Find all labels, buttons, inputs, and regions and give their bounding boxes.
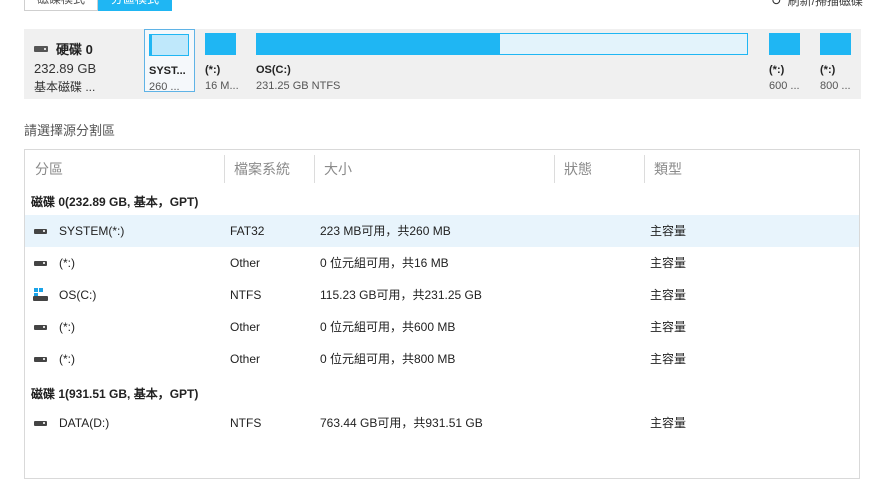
cell-size: 0 位元組可用，共600 MB	[320, 320, 456, 334]
tab-partition-mode[interactable]: 分區模式	[98, 0, 173, 11]
disk-group-header: 磁碟 0(232.89 GB, 基本，GPT)	[31, 195, 199, 209]
cell-type: 主容量	[650, 224, 687, 238]
partition-block-recovery1[interactable]: (*:) 600 ...	[769, 33, 800, 92]
cell-partition: DATA(D:)	[59, 416, 110, 430]
column-header-filesystem[interactable]: 檔案系統	[234, 150, 290, 188]
tab-disk-mode[interactable]: 磁碟模式	[24, 0, 99, 11]
drive-icon	[34, 421, 47, 426]
cell-type: 主容量	[650, 352, 687, 366]
disk-info: 硬碟 0 232.89 GB 基本磁碟 ...	[34, 39, 96, 95]
cell-filesystem: Other	[230, 352, 261, 366]
cell-size: 0 位元組可用，共16 MB	[320, 256, 449, 270]
partition-desc: 800 ...	[820, 80, 851, 92]
cell-type: 主容量	[650, 288, 687, 302]
disk-size: 232.89 GB	[34, 61, 97, 76]
mode-tabs: 磁碟模式 分區模式	[24, 0, 173, 11]
cell-type: 主容量	[650, 416, 687, 430]
section-label: 請選擇源分割區	[24, 123, 116, 138]
cell-partition: OS(C:)	[59, 288, 97, 302]
cell-size: 115.23 GB可用，共231.25 GB	[320, 288, 482, 302]
table-row[interactable]: (*:) Other 0 位元組可用，共16 MB 主容量	[25, 247, 859, 279]
drive-icon	[34, 325, 47, 330]
cell-type: 主容量	[650, 320, 687, 334]
column-divider[interactable]	[554, 155, 555, 183]
disk-type: 基本磁碟 ...	[34, 80, 96, 94]
table-row[interactable]: (*:) Other 0 位元組可用，共800 MB 主容量	[25, 343, 859, 375]
column-header-partition[interactable]: 分區	[35, 150, 63, 188]
refresh-label: 刷新/掃描磁碟	[787, 0, 863, 8]
partition-table: 分區 檔案系統 大小 狀態 類型 磁碟 0(232.89 GB, 基本，GPT)…	[24, 149, 860, 479]
partition-block-os[interactable]: OS(C:) 231.25 GB NTFS	[256, 33, 748, 92]
cell-filesystem: FAT32	[230, 224, 265, 238]
partition-name: (*:)	[820, 64, 836, 76]
disk-title: 硬碟 0	[56, 42, 93, 57]
hard-drive-icon	[34, 45, 48, 52]
refresh-link[interactable]: ↻ 刷新/掃描磁碟	[771, 0, 863, 9]
column-divider[interactable]	[224, 155, 225, 183]
cell-size: 763.44 GB可用，共931.51 GB	[320, 416, 483, 430]
cell-filesystem: Other	[230, 320, 261, 334]
cell-partition: (*:)	[59, 256, 75, 270]
column-divider[interactable]	[314, 155, 315, 183]
column-header-size[interactable]: 大小	[324, 150, 352, 188]
table-row[interactable]: SYSTEM(*:) FAT32 223 MB可用，共260 MB 主容量	[25, 215, 859, 247]
partition-block-recovery2[interactable]: (*:) 800 ...	[820, 33, 851, 92]
cell-partition: SYSTEM(*:)	[59, 224, 125, 238]
cell-partition: (*:)	[59, 352, 75, 366]
drive-icon	[34, 357, 47, 362]
partition-name: SYST...	[149, 65, 186, 77]
table-row[interactable]: OS(C:) NTFS 115.23 GB可用，共231.25 GB 主容量	[25, 279, 859, 311]
partition-block-msr[interactable]: (*:) 16 M...	[205, 33, 239, 92]
partition-name: (*:)	[769, 64, 785, 76]
partition-name: OS(C:)	[256, 64, 291, 76]
cell-size: 223 MB可用，共260 MB	[320, 224, 451, 238]
column-divider[interactable]	[644, 155, 645, 183]
windows-drive-icon	[33, 288, 48, 301]
column-header-type[interactable]: 類型	[654, 150, 682, 188]
cell-size: 0 位元組可用，共800 MB	[320, 352, 456, 366]
cell-partition: (*:)	[59, 320, 75, 334]
column-header-status[interactable]: 狀態	[564, 150, 592, 188]
partition-desc: 260 ...	[149, 81, 180, 93]
partition-name: (*:)	[205, 64, 221, 76]
disk-group-header: 磁碟 1(931.51 GB, 基本，GPT)	[31, 387, 199, 401]
drive-icon	[34, 229, 47, 234]
refresh-icon: ↻	[770, 0, 782, 8]
cell-type: 主容量	[650, 256, 687, 270]
partition-desc: 600 ...	[769, 80, 800, 92]
cell-filesystem: NTFS	[230, 416, 262, 430]
cell-filesystem: Other	[230, 256, 261, 270]
partition-desc: 16 M...	[205, 80, 239, 92]
table-row[interactable]: DATA(D:) NTFS 763.44 GB可用，共931.51 GB 主容量	[25, 407, 859, 439]
partition-desc: 231.25 GB NTFS	[256, 80, 341, 92]
table-row[interactable]: (*:) Other 0 位元組可用，共600 MB 主容量	[25, 311, 859, 343]
drive-icon	[34, 261, 47, 266]
table-header: 分區 檔案系統 大小 狀態 類型	[25, 150, 859, 188]
disk-map-panel: 硬碟 0 232.89 GB 基本磁碟 ... SYST... 260 ... …	[24, 29, 861, 99]
partition-block-system[interactable]: SYST... 260 ...	[144, 29, 195, 93]
cell-filesystem: NTFS	[230, 288, 262, 302]
